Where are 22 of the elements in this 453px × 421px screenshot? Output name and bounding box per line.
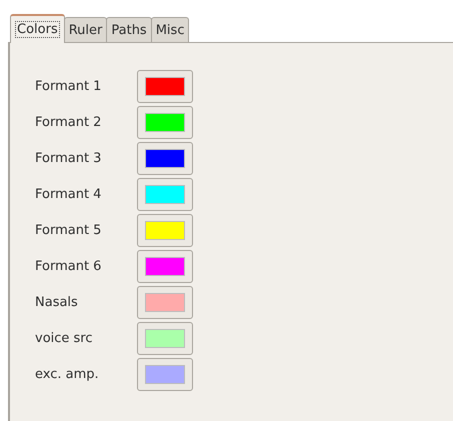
tab[interactable]: Colors [10,14,65,43]
color-button[interactable] [137,142,193,174]
color-label: Nasals [35,294,79,310]
color-button[interactable] [137,286,193,318]
color-label: Formant 4 [35,186,102,202]
color-label: exc. amp. [35,366,100,382]
color-button[interactable] [137,106,193,138]
color-label: Formant 3 [35,150,102,166]
color-button[interactable] [137,70,193,102]
color-label: Formant 1 [35,78,102,94]
color-button[interactable] [137,250,193,282]
color-label: Formant 5 [35,222,102,238]
color-button[interactable] [137,322,193,354]
color-button[interactable] [137,214,193,246]
color-button[interactable] [137,178,193,210]
color-label: Formant 2 [35,114,102,130]
tab[interactable]: Ruler [64,17,108,42]
tab[interactable]: Paths [106,17,152,42]
color-label: Formant 6 [35,258,102,274]
tab[interactable]: Misc [150,17,190,42]
color-button[interactable] [137,358,193,390]
color-label: voice src [35,330,94,346]
